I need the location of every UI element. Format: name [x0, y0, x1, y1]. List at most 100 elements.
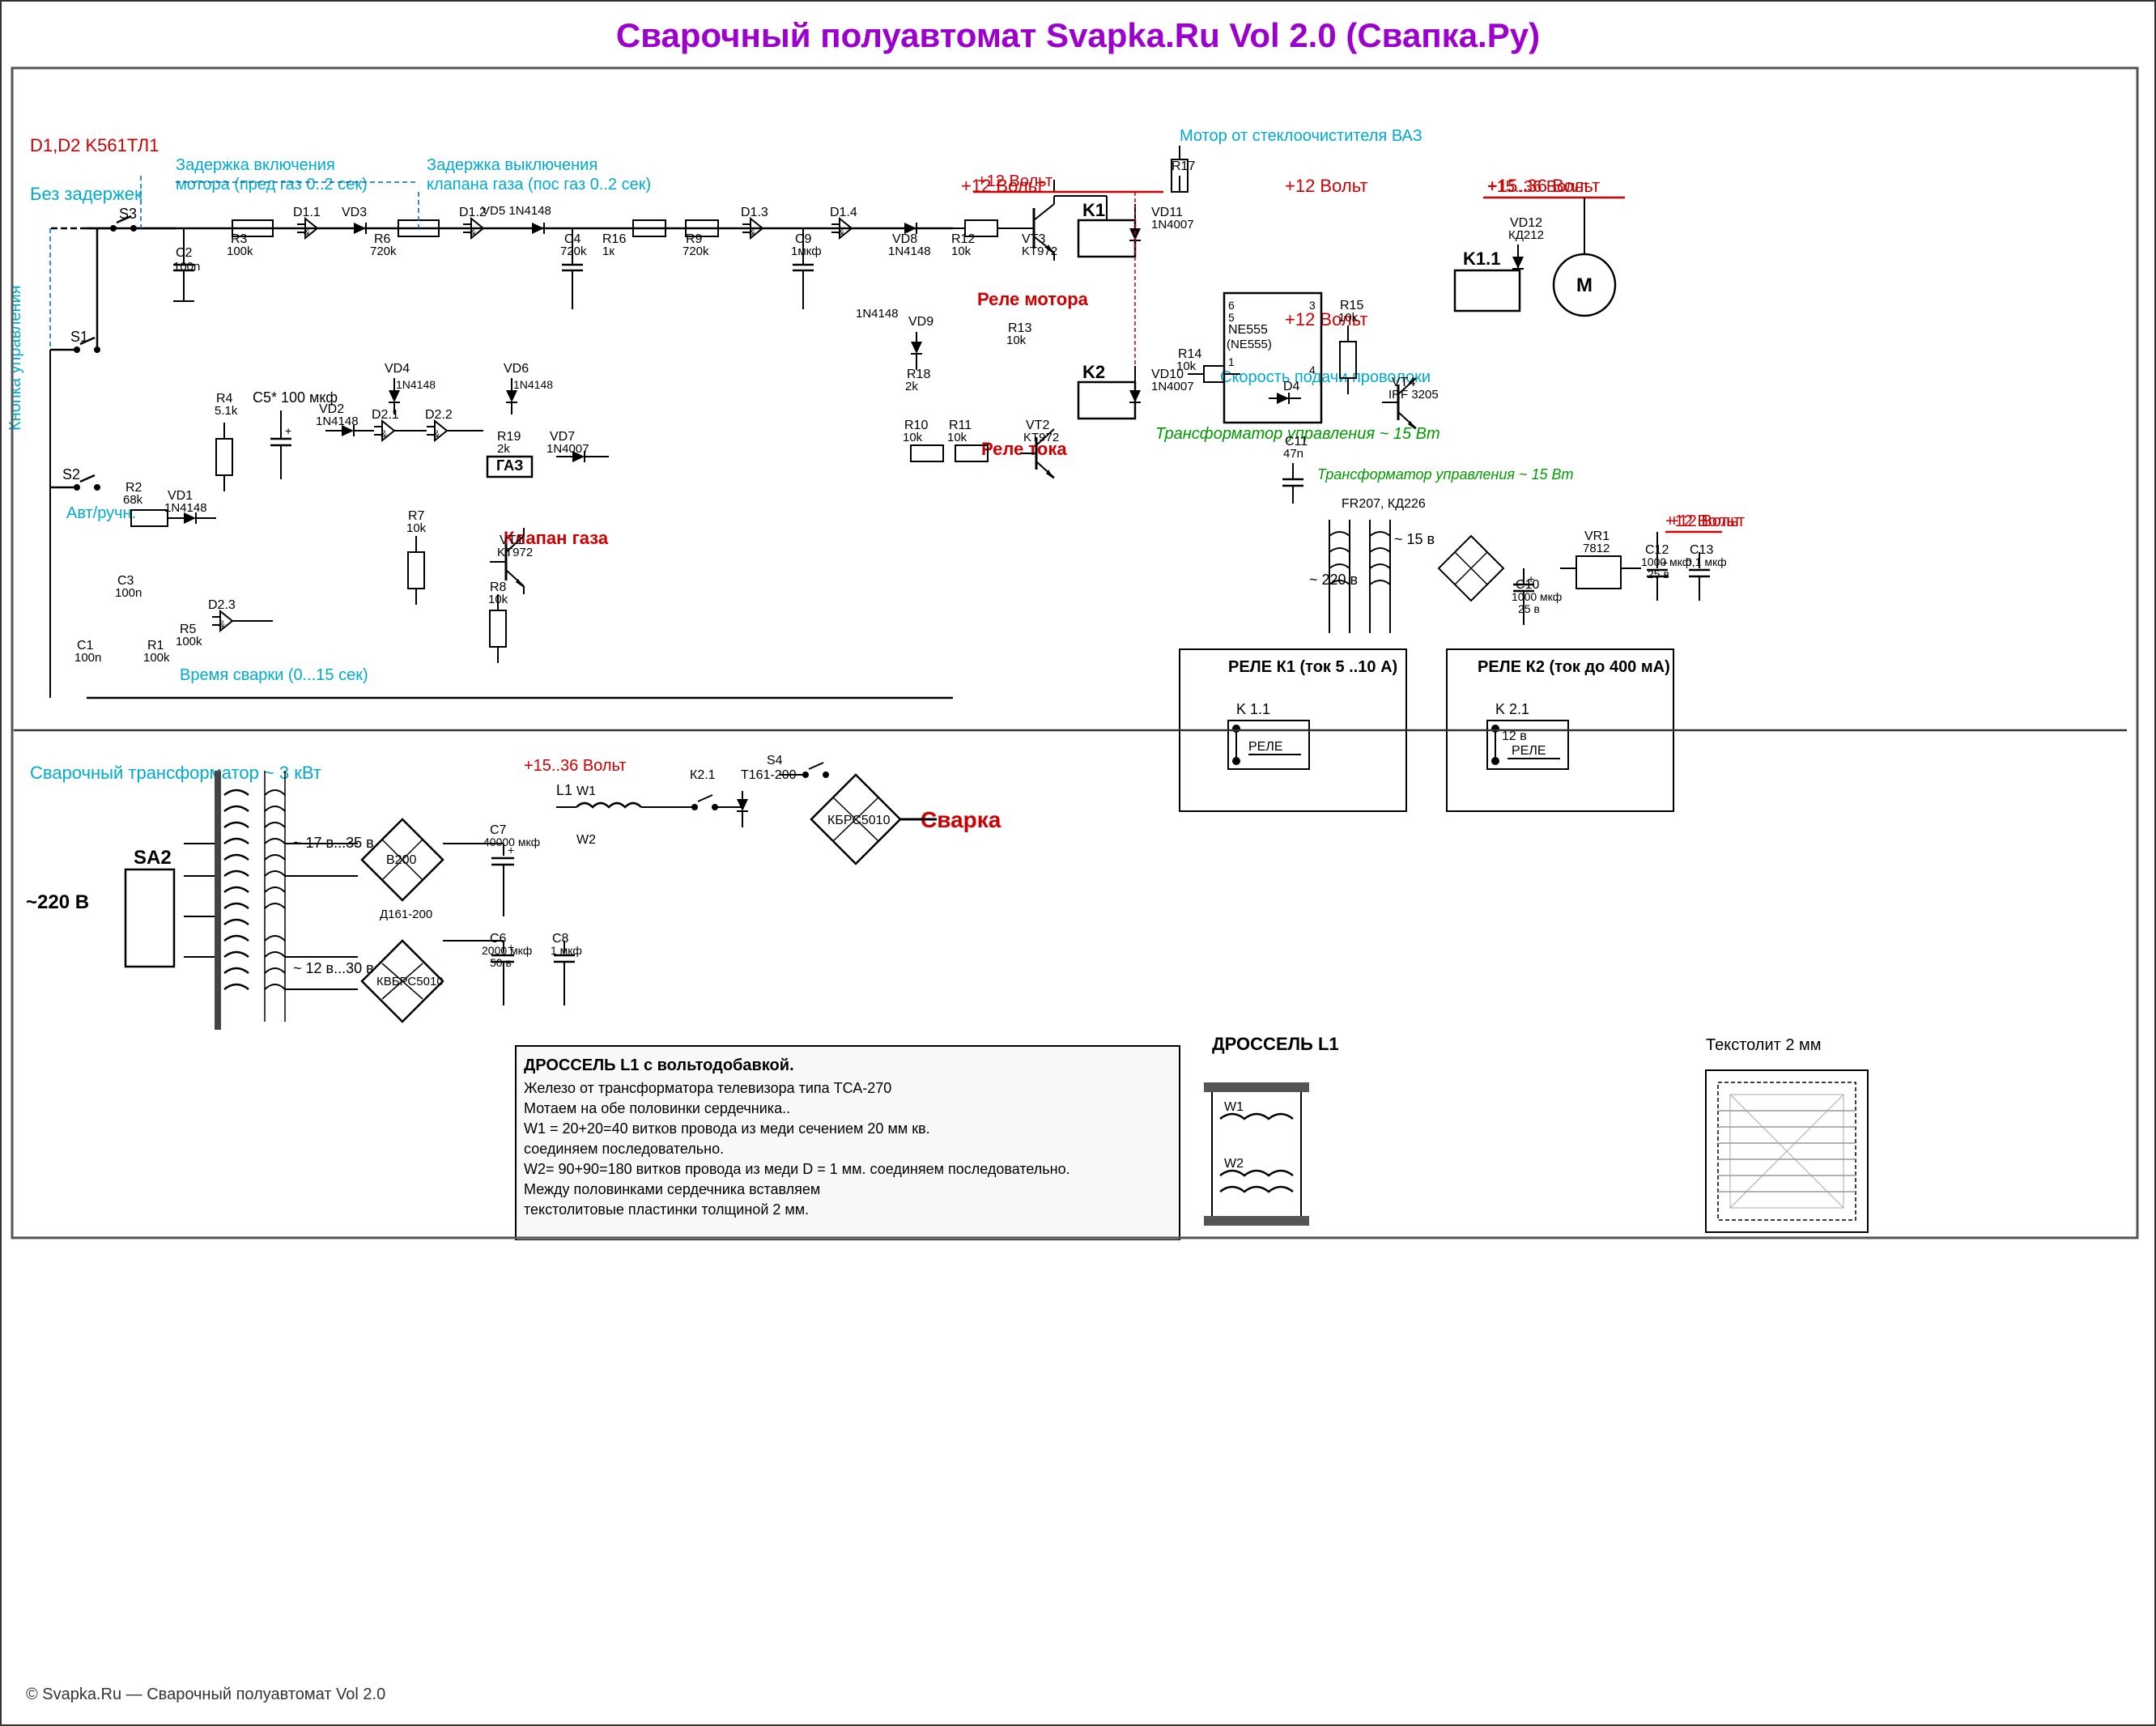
svg-text:(NE555): (NE555)	[1227, 338, 1272, 351]
svg-text:M: M	[1576, 274, 1593, 296]
svg-text:IRF 3205: IRF 3205	[1388, 388, 1439, 402]
svg-text:&: &	[304, 226, 310, 237]
svg-text:&: &	[838, 226, 844, 237]
svg-text:100k: 100k	[227, 244, 253, 258]
svg-text:1N4148: 1N4148	[513, 378, 553, 391]
svg-text:10k: 10k	[406, 521, 427, 535]
svg-text:D1.3: D1.3	[741, 206, 768, 219]
svg-text:Мотор от стеклоочистителя ВАЗ: Мотор от стеклоочистителя ВАЗ	[1180, 127, 1422, 145]
schematic-diagram: D1,D2 K561ТЛ1 Без задержек Задержка вклю…	[6, 66, 2143, 1240]
svg-text:текстолитовые пластинки толщин: текстолитовые пластинки толщиной 2 мм.	[524, 1201, 809, 1218]
svg-text:R17: R17	[1172, 159, 1195, 173]
svg-text:1N4148: 1N4148	[856, 307, 899, 321]
svg-text:&: &	[219, 619, 225, 630]
svg-text:5.1k: 5.1k	[215, 404, 238, 418]
svg-text:0,1 мкф: 0,1 мкф	[1686, 555, 1727, 568]
svg-text:10k: 10k	[903, 431, 923, 444]
svg-text:Кнопка управления: Кнопка управления	[6, 285, 24, 431]
svg-text:6: 6	[1228, 299, 1235, 312]
svg-text:K1: K1	[1082, 200, 1105, 220]
svg-text:W2: W2	[1224, 1157, 1244, 1171]
svg-text:КБРС5010: КБРС5010	[827, 814, 891, 827]
svg-text:ДРОССЕЛЬ L1 с вольтодобавкой.: ДРОССЕЛЬ L1 с вольтодобавкой.	[524, 1056, 794, 1074]
svg-text:1: 1	[1228, 355, 1235, 368]
svg-text:+: +	[1528, 572, 1534, 585]
svg-text:&: &	[381, 428, 387, 440]
svg-text:5: 5	[1228, 311, 1235, 324]
svg-text:В200: В200	[386, 853, 416, 867]
svg-text:100k: 100k	[176, 635, 202, 648]
svg-text:D2.2: D2.2	[425, 408, 453, 422]
svg-text:+15..36 Вольт: +15..36 Вольт	[1487, 178, 1590, 196]
svg-text:2k: 2k	[497, 442, 510, 456]
svg-text:Мотаем на обе половинки сердеч: Мотаем на обе половинки сердечника..	[524, 1100, 790, 1116]
svg-text:1N4007: 1N4007	[1151, 218, 1194, 232]
page-title: Сварочный полуавтомат Svapka.Ru Vol 2.0 …	[2, 16, 2154, 55]
svg-text:FR207, КД226: FR207, КД226	[1342, 497, 1426, 511]
svg-text:&: &	[433, 428, 440, 440]
svg-text:K 2.1: K 2.1	[1495, 701, 1529, 717]
svg-text:КВБРС5010: КВБРС5010	[376, 975, 444, 988]
svg-text:L1: L1	[556, 782, 572, 798]
svg-text:1N4148: 1N4148	[888, 244, 931, 258]
bottom-note: © Svapka.Ru — Сварочный полуавтомат Vol …	[26, 1686, 385, 1704]
svg-text:РЕЛЕ К2 (ток до 400 мА): РЕЛЕ К2 (ток до 400 мА)	[1478, 658, 1670, 676]
svg-text:~ 12 в...30 в: ~ 12 в...30 в	[293, 960, 374, 976]
svg-text:K2: K2	[1082, 362, 1105, 382]
svg-text:+12 Вольт: +12 Вольт	[1285, 176, 1368, 196]
svg-text:1мкф: 1мкф	[791, 244, 822, 258]
svg-text:S2: S2	[62, 466, 80, 483]
svg-text:+: +	[285, 424, 291, 437]
svg-text:VD6: VD6	[504, 362, 529, 376]
svg-text:100k: 100k	[143, 651, 170, 665]
svg-text:РЕЛЕ К1 (ток 5 ..10 А): РЕЛЕ К1 (ток 5 ..10 А)	[1228, 658, 1397, 676]
svg-text:720k: 720k	[560, 244, 587, 258]
svg-text:Сварочный трансформатор ~ 3 кВ: Сварочный трансформатор ~ 3 кВт	[30, 763, 321, 783]
svg-text:соединяем последовательно.: соединяем последовательно.	[524, 1141, 724, 1157]
svg-text:D2.3: D2.3	[208, 598, 236, 612]
svg-text:1N4148: 1N4148	[316, 414, 359, 428]
svg-text:100n: 100n	[173, 260, 200, 274]
svg-text:Без задержек: Без задержек	[30, 184, 142, 204]
svg-text:Задержка включения: Задержка включения	[176, 156, 335, 174]
svg-text:РЕЛЕ: РЕЛЕ	[1248, 740, 1283, 754]
svg-text:W2= 90+90=180 витков провода и: W2= 90+90=180 витков провода из меди D =…	[524, 1161, 1070, 1177]
svg-text:3: 3	[1309, 299, 1316, 312]
svg-text:Время сварки (0...15 сек): Время сварки (0...15 сек)	[180, 666, 368, 684]
svg-text:Трансформатор управления ~ 15: Трансформатор управления ~ 15 Вт	[1317, 466, 1574, 483]
svg-text:D1,D2 K561ТЛ1: D1,D2 K561ТЛ1	[30, 135, 159, 155]
svg-text:12 в: 12 в	[1502, 729, 1527, 743]
svg-text:10k: 10k	[1338, 311, 1359, 325]
svg-text:1000 мкф: 1000 мкф	[1512, 590, 1562, 603]
svg-text:W1 = 20+20=40 витков провода и: W1 = 20+20=40 витков провода из меди сеч…	[524, 1120, 930, 1137]
svg-text:720k: 720k	[683, 244, 709, 258]
svg-text:10k: 10k	[1006, 334, 1027, 347]
svg-text:SA2: SA2	[134, 847, 172, 869]
svg-text:+12 Вольт: +12 Вольт	[1669, 512, 1745, 530]
svg-text:Между половинками сердечника в: Между половинками сердечника вставляем	[524, 1181, 820, 1197]
svg-text:25 в: 25 в	[1518, 602, 1540, 615]
svg-text:D4: D4	[1283, 380, 1300, 393]
svg-text:~ 15 в: ~ 15 в	[1394, 531, 1435, 547]
svg-text:1к: 1к	[602, 244, 614, 258]
svg-text:РЕЛЕ: РЕЛЕ	[1512, 744, 1546, 758]
svg-text:K 1.1: K 1.1	[1236, 701, 1270, 717]
svg-text:1N4148: 1N4148	[396, 378, 436, 391]
svg-text:7812: 7812	[1583, 542, 1610, 555]
svg-text:W1: W1	[1224, 1100, 1244, 1114]
svg-text:+: +	[508, 844, 514, 857]
svg-text:&: &	[470, 226, 476, 237]
svg-text:1N4007: 1N4007	[1151, 380, 1194, 393]
svg-text:47n: 47n	[1283, 447, 1303, 461]
svg-text:2k: 2k	[905, 380, 918, 393]
svg-text:VD4: VD4	[385, 362, 410, 376]
svg-text:VD9: VD9	[908, 315, 933, 329]
svg-text:W1: W1	[576, 784, 596, 798]
svg-text:~220 В: ~220 В	[26, 891, 89, 913]
svg-text:10k: 10k	[1176, 359, 1197, 373]
svg-text:клапана газа (пос газ 0..2 сек: клапана газа (пос газ 0..2 сек)	[427, 176, 651, 193]
svg-text:10k: 10k	[951, 244, 972, 258]
svg-text:Реле мотора: Реле мотора	[977, 289, 1089, 309]
svg-text:100n: 100n	[74, 651, 101, 665]
svg-text:Задержка выключения: Задержка выключения	[427, 156, 597, 174]
